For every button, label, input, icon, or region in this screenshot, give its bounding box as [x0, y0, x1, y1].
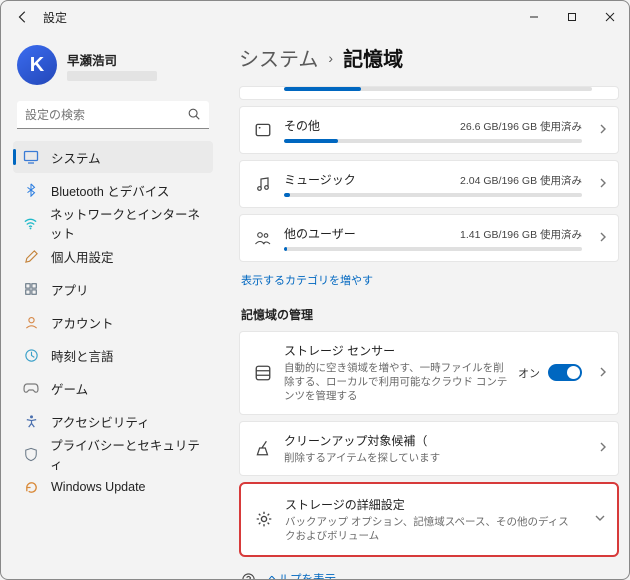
storage-card-other[interactable]: その他 26.6 GB/196 GB 使用済み: [239, 106, 619, 154]
page-title: 記憶域: [343, 43, 403, 72]
maximize-button[interactable]: [553, 1, 591, 33]
help-link[interactable]: ヘルプを表示: [239, 571, 619, 579]
sidebar-item-update[interactable]: Windows Update: [13, 471, 213, 503]
sidebar-item-label: ゲーム: [51, 379, 88, 398]
sidebar-item-system[interactable]: システム: [13, 141, 213, 173]
chevron-right-icon: [598, 121, 608, 139]
advanced-storage-settings-card[interactable]: ストレージの詳細設定 バックアップ オプション、記憶域スペース、その他のディスク…: [239, 482, 619, 557]
chevron-down-icon: [595, 510, 605, 528]
broom-icon: [252, 439, 274, 457]
other-icon: [252, 121, 274, 139]
cleanup-recommendations-card[interactable]: クリーンアップ対象候補（ 削除するアイテムを探しています: [239, 421, 619, 476]
nav-list: システム Bluetooth とデバイス ネットワークとインターネット 個人用設…: [13, 141, 213, 503]
storage-sense-card[interactable]: ストレージ センサー 自動的に空き領域を増やす、一時ファイルを削除する、ローカル…: [239, 331, 619, 415]
usage-bar: [284, 193, 582, 197]
user-name: 早瀬浩司: [67, 50, 157, 69]
titlebar: 設定: [1, 1, 629, 33]
storage-card-cutoff[interactable]: [239, 86, 619, 100]
clock-icon: [23, 347, 39, 363]
shield-icon: [23, 446, 38, 462]
breadcrumb-separator: ›: [328, 50, 333, 66]
sidebar-item-label: ネットワークとインターネット: [50, 204, 203, 242]
search-box[interactable]: [17, 101, 209, 129]
sidebar-item-label: 時刻と言語: [51, 346, 114, 365]
usage-bar: [284, 247, 582, 251]
help-icon: [239, 572, 257, 579]
search-icon: [187, 107, 201, 126]
avatar-letter: K: [30, 54, 44, 77]
apps-icon: [23, 281, 39, 297]
main-content: システム › 記憶域 その他 26.6 GB/196 GB 使用済み: [221, 33, 629, 579]
close-button[interactable]: [591, 1, 629, 33]
sidebar-item-accounts[interactable]: アカウント: [13, 306, 213, 338]
sidebar-item-apps[interactable]: アプリ: [13, 273, 213, 305]
users-icon: [252, 230, 274, 246]
sidebar-item-time-language[interactable]: 時刻と言語: [13, 339, 213, 371]
card-size: 26.6 GB/196 GB 使用済み: [460, 119, 582, 134]
sidebar-item-label: アプリ: [51, 280, 89, 299]
bluetooth-icon: [23, 182, 39, 198]
card-title: 他のユーザー: [284, 225, 356, 242]
storage-management-header: 記憶域の管理: [241, 306, 619, 323]
sidebar-item-label: Bluetooth とデバイス: [51, 181, 169, 200]
card-title: ストレージの詳細設定: [285, 496, 579, 513]
card-description: 削除するアイテムを探しています: [284, 451, 582, 465]
storage-sense-icon: [252, 364, 274, 382]
sidebar-item-label: システム: [51, 148, 101, 167]
sidebar-item-label: プライバシーとセキュリティ: [50, 435, 203, 473]
gear-icon: [253, 510, 275, 528]
storage-card-other-users[interactable]: 他のユーザー 1.41 GB/196 GB 使用済み: [239, 214, 619, 262]
storage-sense-toggle[interactable]: [548, 364, 582, 381]
brush-icon: [23, 248, 39, 264]
wifi-icon: [23, 215, 38, 231]
sidebar-item-bluetooth[interactable]: Bluetooth とデバイス: [13, 174, 213, 206]
breadcrumb-parent[interactable]: システム: [239, 43, 318, 72]
back-button[interactable]: [9, 3, 37, 31]
update-icon: [23, 479, 39, 495]
sidebar-item-label: 個人用設定: [51, 247, 114, 266]
chevron-right-icon: [598, 175, 608, 193]
search-input[interactable]: [17, 101, 209, 129]
sidebar-item-accessibility[interactable]: アクセシビリティ: [13, 405, 213, 437]
accessibility-icon: [23, 413, 39, 429]
sidebar: K 早瀬浩司 システム Bluetooth とデバイス ネット: [1, 33, 221, 579]
account-icon: [23, 314, 39, 330]
sidebar-item-personalization[interactable]: 個人用設定: [13, 240, 213, 272]
usage-bar: [284, 87, 592, 91]
card-title: その他: [284, 117, 320, 134]
chevron-right-icon: [598, 229, 608, 247]
chevron-right-icon: [598, 439, 608, 457]
window-title: 設定: [43, 9, 515, 26]
minimize-button[interactable]: [515, 1, 553, 33]
card-title: ミュージック: [284, 171, 356, 188]
user-block[interactable]: K 早瀬浩司: [17, 45, 213, 85]
sidebar-item-gaming[interactable]: ゲーム: [13, 372, 213, 404]
sidebar-item-label: アカウント: [51, 313, 114, 332]
sidebar-item-privacy[interactable]: プライバシーとセキュリティ: [13, 438, 213, 470]
chevron-right-icon: [598, 364, 608, 382]
card-title: ストレージ センサー: [284, 342, 508, 359]
card-size: 1.41 GB/196 GB 使用済み: [460, 227, 582, 242]
game-icon: [23, 380, 39, 396]
system-icon: [23, 149, 39, 165]
storage-card-music[interactable]: ミュージック 2.04 GB/196 GB 使用済み: [239, 160, 619, 208]
sidebar-item-label: アクセシビリティ: [51, 412, 150, 431]
sidebar-item-network[interactable]: ネットワークとインターネット: [13, 207, 213, 239]
music-icon: [252, 175, 274, 193]
card-size: 2.04 GB/196 GB 使用済み: [460, 173, 582, 188]
toggle-state-label: オン: [518, 365, 540, 381]
card-description: 自動的に空き領域を増やす、一時ファイルを削除する、ローカルで利用可能なクラウド …: [284, 361, 508, 404]
usage-bar: [284, 139, 582, 143]
card-title: クリーンアップ対象候補（: [284, 432, 582, 449]
card-description: バックアップ オプション、記憶域スペース、その他のディスクおよびボリューム: [285, 515, 579, 543]
user-email-placeholder: [67, 71, 157, 81]
help-link-label: ヘルプを表示: [267, 571, 336, 579]
avatar: K: [17, 45, 57, 85]
breadcrumb: システム › 記憶域: [239, 43, 619, 72]
show-more-categories-link[interactable]: 表示するカテゴリを増やす: [241, 272, 373, 288]
sidebar-item-label: Windows Update: [51, 480, 146, 494]
